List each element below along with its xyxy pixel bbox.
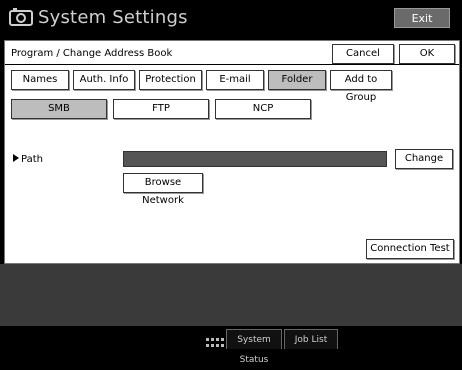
tab-add-to-group[interactable]: Add to Group bbox=[330, 70, 392, 103]
exit-button[interactable]: Exit bbox=[394, 8, 450, 28]
path-field[interactable] bbox=[123, 151, 387, 167]
path-label: Path bbox=[13, 154, 43, 165]
address-book-panel: Program / Change Address Book Cancel OK … bbox=[4, 40, 460, 264]
path-label-text: Path bbox=[21, 154, 43, 165]
cancel-button[interactable]: Cancel bbox=[332, 44, 394, 64]
settings-icon bbox=[9, 8, 33, 28]
tab-names[interactable]: Names bbox=[11, 70, 69, 90]
tab-email[interactable]: E-mail bbox=[206, 70, 264, 90]
tab-protection[interactable]: Protection bbox=[139, 70, 202, 90]
connection-test-button[interactable]: Connection Test bbox=[366, 239, 454, 259]
protocol-ncp-button[interactable]: NCP bbox=[215, 99, 311, 119]
title-bar: System Settings Exit bbox=[0, 0, 462, 36]
change-path-button[interactable]: Change bbox=[395, 149, 453, 169]
tab-auth-info[interactable]: Auth. Info bbox=[73, 70, 135, 90]
tab-folder[interactable]: Folder bbox=[268, 70, 326, 90]
system-settings-screen: System Settings Exit Program / Change Ad… bbox=[0, 0, 462, 365]
arrow-right-icon bbox=[13, 154, 19, 162]
ok-button[interactable]: OK bbox=[399, 44, 455, 64]
protocol-smb-button[interactable]: SMB bbox=[11, 99, 107, 119]
page-title: Program / Change Address Book bbox=[11, 48, 173, 59]
status-bar: System Status Job List bbox=[0, 326, 462, 365]
system-status-tab[interactable]: System Status bbox=[226, 329, 282, 365]
message-area bbox=[0, 264, 462, 326]
header-divider bbox=[5, 64, 459, 65]
app-title: System Settings bbox=[38, 7, 188, 28]
browse-network-button[interactable]: Browse Network bbox=[123, 173, 203, 206]
job-list-tab[interactable]: Job List bbox=[284, 329, 338, 349]
protocol-ftp-button[interactable]: FTP bbox=[113, 99, 209, 119]
status-indicator-icon bbox=[206, 333, 224, 347]
